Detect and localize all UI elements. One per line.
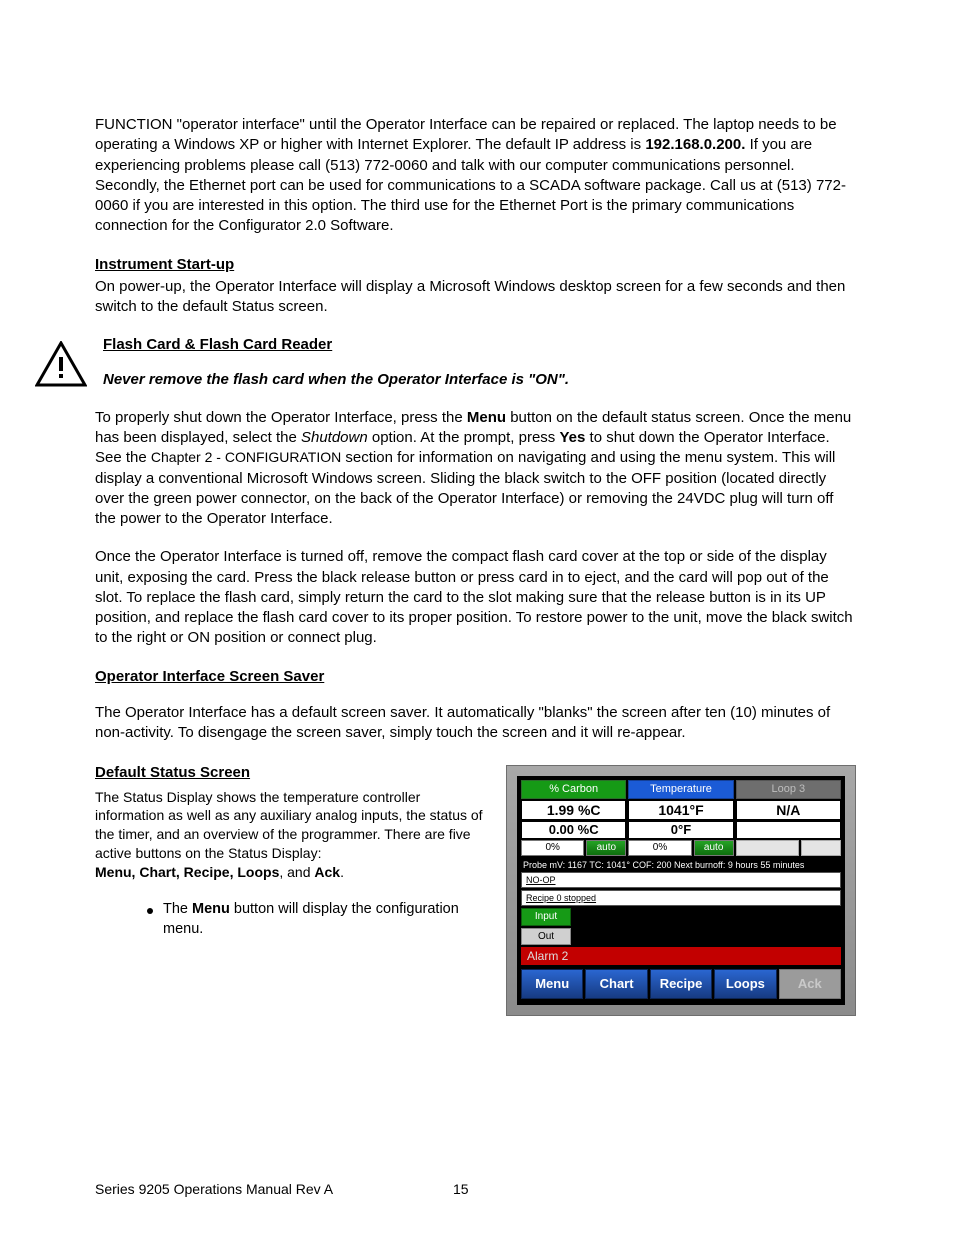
heading-flashcard: Flash Card & Flash Card Reader	[103, 335, 856, 355]
default-body-a: The Status Display shows the temperature…	[95, 789, 483, 862]
auto-button-1[interactable]: auto	[586, 840, 626, 856]
input-button[interactable]: Input	[521, 908, 571, 926]
flash-p1-menu: Menu	[467, 409, 506, 426]
heading-saver: Operator Interface Screen Saver	[95, 667, 856, 687]
value-loop3: N/A	[736, 800, 841, 820]
default-body-b: , and	[279, 864, 314, 880]
output-pct-2: 0%	[628, 840, 691, 856]
flash-card-section: Flash Card & Flash Card Reader Never rem…	[95, 335, 856, 408]
default-body-btns: Menu, Chart, Recipe, Loops	[95, 864, 279, 880]
flash-p1-a: To properly shut down the Operator Inter…	[95, 409, 467, 426]
flash-p1-config: CONFIGURATION	[225, 449, 341, 465]
status-screen-figure: % Carbon Temperature Loop 3 1.99 %C 1041…	[506, 765, 856, 1016]
ack-button[interactable]: Ack	[779, 969, 841, 999]
chart-button[interactable]: Chart	[585, 969, 647, 999]
warning-triangle-icon	[35, 341, 87, 387]
out-button[interactable]: Out	[521, 928, 571, 946]
flash-p1-shutdown: Shutdown	[301, 429, 368, 446]
startup-body: On power-up, the Operator Interface will…	[95, 277, 856, 318]
footer-page-number: 15	[453, 1180, 469, 1199]
flash-p1-yes: Yes	[559, 429, 585, 446]
default-body-ack: Ack	[314, 864, 340, 880]
intro-paragraph: FUNCTION "operator interface" until the …	[95, 115, 856, 237]
value-carbon: 1.99 %C	[521, 800, 626, 820]
setpoint-carbon: 0.00 %C	[521, 821, 626, 839]
tab-carbon[interactable]: % Carbon	[521, 780, 626, 799]
noop-row: NO-OP	[521, 872, 841, 888]
auto-button-3	[801, 840, 841, 856]
loops-button[interactable]: Loops	[714, 969, 776, 999]
probe-status-line: Probe mV: 1167 TC: 1041° COF: 200 Next b…	[521, 858, 841, 872]
footer-title: Series 9205 Operations Manual Rev A	[95, 1180, 333, 1199]
tab-temperature[interactable]: Temperature	[628, 780, 733, 799]
setpoint-temperature: 0°F	[628, 821, 733, 839]
bullet-dot-icon	[147, 908, 153, 914]
flash-p1-c: option. At the prompt, press	[368, 429, 560, 446]
auto-button-2[interactable]: auto	[694, 840, 734, 856]
menu-button[interactable]: Menu	[521, 969, 583, 999]
alarm-row: Alarm 2	[521, 947, 841, 965]
setpoint-loop3	[736, 821, 841, 839]
output-pct-1: 0%	[521, 840, 584, 856]
flash-warning: Never remove the flash card when the Ope…	[103, 370, 856, 390]
value-temperature: 1041°F	[628, 800, 733, 820]
default-body-c: .	[340, 864, 344, 880]
heading-startup: Instrument Start-up	[95, 255, 856, 275]
recipe-status-row: Recipe 0 stopped	[521, 890, 841, 906]
tab-loop3: Loop 3	[736, 780, 841, 799]
flash-p2: Once the Operator Interface is turned of…	[95, 547, 856, 648]
flash-p1-chapter: Chapter 2 -	[151, 449, 225, 465]
bullet-a: The	[163, 901, 192, 917]
saver-body: The Operator Interface has a default scr…	[95, 703, 856, 744]
output-pct-3	[736, 840, 799, 856]
recipe-button[interactable]: Recipe	[650, 969, 712, 999]
flash-p1: To properly shut down the Operator Inter…	[95, 408, 856, 530]
bullet-menu-word: Menu	[192, 901, 230, 917]
intro-ip: 192.168.0.200.	[645, 136, 745, 153]
device-frame: % Carbon Temperature Loop 3 1.99 %C 1041…	[506, 765, 856, 1016]
